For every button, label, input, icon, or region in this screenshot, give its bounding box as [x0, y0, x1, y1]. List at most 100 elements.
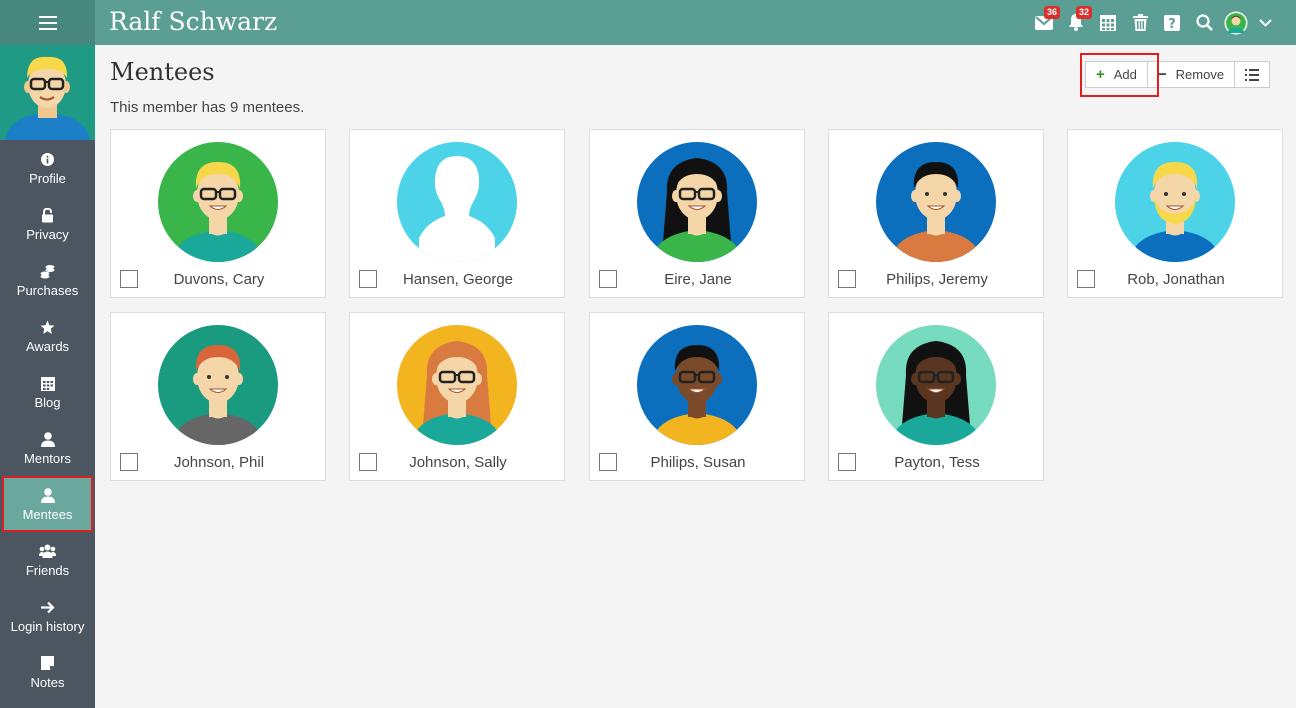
mentee-select-checkbox[interactable]	[838, 453, 856, 471]
account-dropdown-button[interactable]	[1252, 0, 1278, 45]
trash-button[interactable]	[1124, 0, 1156, 45]
mentee-select-checkbox[interactable]	[599, 453, 617, 471]
mentee-select-checkbox[interactable]	[1077, 270, 1095, 288]
sidebar-item-mentors[interactable]: Mentors	[0, 420, 95, 476]
mentee-card-rob-jonathan[interactable]: Rob, Jonathan	[1067, 129, 1283, 298]
chevron-down-icon	[1258, 18, 1272, 27]
sidebar-item-blog[interactable]: Blog	[0, 364, 95, 420]
mentee-name[interactable]: Hansen, George	[386, 271, 530, 288]
sidebar-item-login-history[interactable]: Login history	[0, 588, 95, 644]
sidebar-item-label: Login history	[10, 619, 85, 634]
sidebar: Profile Privacy Purchases Awards Blog Mentors…	[0, 45, 95, 708]
profile-avatar-image	[5, 56, 90, 140]
mentee-avatar	[158, 325, 278, 445]
mentee-avatar	[158, 142, 278, 262]
mentee-name[interactable]: Johnson, Sally	[386, 454, 530, 471]
sidebar-nav: Profile Privacy Purchases Awards Blog Mentors…	[0, 140, 95, 700]
mentee-card-philips-susan[interactable]: Philips, Susan	[589, 312, 805, 481]
calendar-icon	[1100, 14, 1116, 31]
sidebar-item-label: Privacy	[26, 227, 69, 242]
mentee-select-checkbox[interactable]	[120, 453, 138, 471]
sidebar-item-purchases[interactable]: Purchases	[0, 252, 95, 308]
sidebar-item-profile[interactable]: Profile	[0, 140, 95, 196]
mentee-actions: + Add − Remove	[1085, 61, 1271, 88]
app-title: Ralf Schwarz	[109, 7, 278, 36]
group-icon	[39, 542, 56, 560]
mentee-avatar	[637, 325, 757, 445]
sidebar-item-friends[interactable]: Friends	[0, 532, 95, 588]
mentee-name[interactable]: Eire, Jane	[626, 271, 770, 288]
remove-button[interactable]: − Remove	[1146, 62, 1235, 87]
sidebar-item-label: Purchases	[16, 283, 79, 298]
mentee-avatar	[637, 142, 757, 262]
sidebar-item-label: Mentees	[22, 507, 73, 522]
minus-icon: −	[1157, 66, 1167, 83]
sidebar-item-privacy[interactable]: Privacy	[0, 196, 95, 252]
help-icon: ?	[1164, 14, 1180, 31]
mentee-count-text: This member has 9 mentees.	[110, 99, 305, 116]
add-button-label: Add	[1113, 67, 1137, 82]
person-icon	[40, 486, 55, 504]
mentee-card-philips-jeremy[interactable]: Philips, Jeremy	[828, 129, 1044, 298]
mentee-card-hansen-george[interactable]: Hansen, George	[349, 129, 565, 298]
sidebar-item-mentees[interactable]: Mentees	[2, 476, 93, 532]
mentee-avatar	[397, 325, 517, 445]
mentee-name[interactable]: Philips, Susan	[626, 454, 770, 471]
search-button[interactable]	[1188, 0, 1220, 45]
sidebar-item-label: Mentors	[24, 451, 71, 466]
menu-button[interactable]	[0, 0, 95, 45]
page-title: Mentees	[110, 58, 215, 86]
top-bar: Ralf Schwarz 36 32 ?	[0, 0, 1296, 45]
calendar-button[interactable]	[1092, 0, 1124, 45]
coins-icon	[40, 262, 55, 280]
star-icon	[40, 318, 55, 336]
svg-text:?: ?	[1168, 17, 1176, 31]
mentee-select-checkbox[interactable]	[120, 270, 138, 288]
top-toolbar: 36 32 ?	[1028, 0, 1278, 45]
messages-button[interactable]: 36	[1028, 0, 1061, 45]
sidebar-item-label: Profile	[29, 171, 66, 186]
mentee-name[interactable]: Philips, Jeremy	[865, 271, 1009, 288]
search-icon	[1195, 14, 1213, 31]
mentee-name[interactable]: Payton, Tess	[865, 454, 1009, 471]
person-icon	[40, 430, 55, 448]
sidebar-item-label: Notes	[30, 675, 65, 690]
mentee-select-checkbox[interactable]	[838, 270, 856, 288]
calendar-icon	[40, 374, 55, 392]
mentee-card-johnson-phil[interactable]: Johnson, Phil	[110, 312, 326, 481]
note-icon	[41, 654, 54, 672]
user-avatar-button[interactable]	[1220, 0, 1252, 45]
sidebar-item-label: Awards	[25, 339, 70, 354]
mentee-card-eire-jane[interactable]: Eire, Jane	[589, 129, 805, 298]
mentee-card-johnson-sally[interactable]: Johnson, Sally	[349, 312, 565, 481]
mentee-name[interactable]: Rob, Jonathan	[1104, 271, 1248, 288]
profile-avatar	[0, 45, 95, 140]
help-button[interactable]: ?	[1156, 0, 1188, 45]
messages-badge: 36	[1044, 6, 1061, 19]
add-button[interactable]: + Add	[1086, 62, 1147, 87]
arrow-right-icon	[40, 598, 55, 616]
mentee-select-checkbox[interactable]	[599, 270, 617, 288]
mentee-name[interactable]: Johnson, Phil	[147, 454, 291, 471]
list-icon	[1245, 68, 1260, 81]
plus-icon: +	[1096, 66, 1105, 83]
user-avatar-icon	[1224, 11, 1248, 34]
mentee-avatar	[876, 142, 996, 262]
lock-icon	[41, 206, 54, 224]
mentee-select-checkbox[interactable]	[359, 270, 377, 288]
mentee-card-duvons-cary[interactable]: Duvons, Cary	[110, 129, 326, 298]
mentee-name[interactable]: Duvons, Cary	[147, 271, 291, 288]
mentee-avatar	[397, 142, 517, 262]
notifications-badge: 32	[1076, 6, 1093, 19]
trash-icon	[1132, 14, 1148, 31]
sidebar-item-awards[interactable]: Awards	[0, 308, 95, 364]
sidebar-item-notes[interactable]: Notes	[0, 644, 95, 700]
sidebar-item-label: Blog	[34, 395, 61, 410]
mentee-select-checkbox[interactable]	[359, 453, 377, 471]
mentee-avatar	[876, 325, 996, 445]
remove-button-label: Remove	[1175, 67, 1225, 82]
list-view-button[interactable]	[1234, 62, 1270, 87]
mentee-card-payton-tess[interactable]: Payton, Tess	[828, 312, 1044, 481]
mentee-avatar	[1115, 142, 1235, 262]
notifications-button[interactable]: 32	[1060, 0, 1093, 45]
